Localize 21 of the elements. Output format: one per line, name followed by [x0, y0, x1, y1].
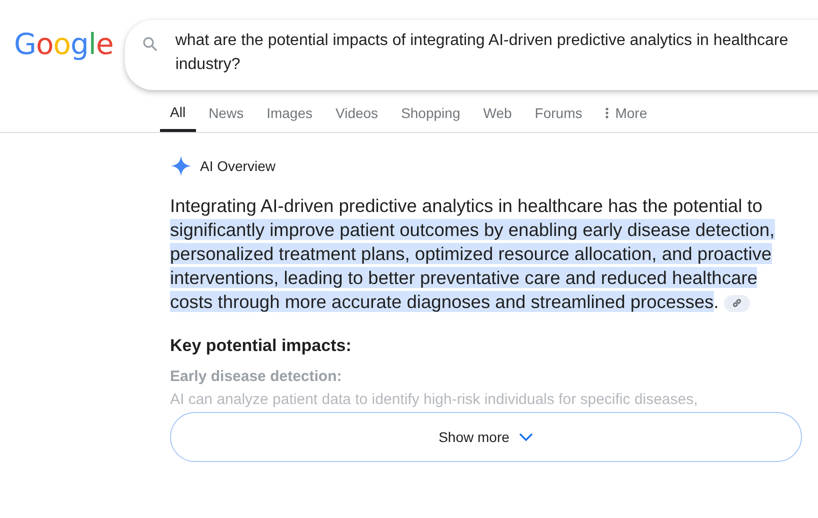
- sparkle-icon: [170, 155, 192, 177]
- link-icon: [732, 298, 742, 308]
- search-field[interactable]: what are the potential impacts of integrating AI-driven predictive analytics in healthcare industry?: [125, 20, 818, 90]
- search-tab[interactable]: All: [160, 94, 196, 132]
- overview-title: AI Overview: [200, 158, 276, 174]
- more-icon: [605, 107, 610, 119]
- search-tab[interactable]: Shopping: [391, 94, 470, 132]
- search-tab[interactable]: More: [595, 94, 658, 132]
- google-logo[interactable]: Google: [12, 26, 116, 62]
- show-more-button[interactable]: Show more: [170, 412, 802, 462]
- search-tab[interactable]: Videos: [326, 94, 388, 132]
- link-chip[interactable]: [724, 294, 750, 312]
- search-tab[interactable]: Web: [473, 94, 522, 132]
- subheading: Early disease detection:: [170, 368, 343, 385]
- search-icon: [141, 35, 160, 53]
- chevron-down-icon: [519, 432, 534, 442]
- search-tab[interactable]: News: [198, 94, 254, 132]
- section-heading: Key potential impacts:: [170, 336, 352, 356]
- search-tab[interactable]: Forums: [524, 94, 592, 132]
- faded-text: AI can analyze patient data to identify high-risk individuals for specific diseases,: [170, 391, 699, 408]
- search-tab[interactable]: Images: [256, 94, 322, 132]
